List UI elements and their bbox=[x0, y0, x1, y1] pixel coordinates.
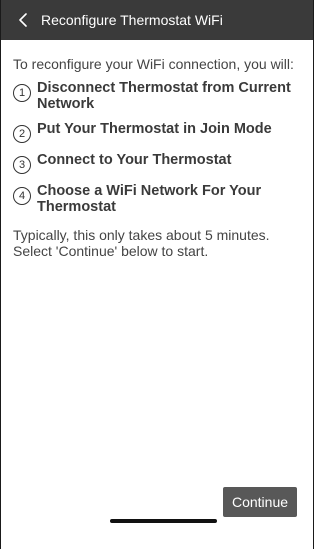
step-number-badge: 3 bbox=[13, 156, 31, 174]
top-bar: Reconfigure Thermostat WiFi bbox=[1, 0, 313, 40]
step-number-badge: 2 bbox=[13, 125, 31, 143]
step-text: Disconnect Thermostat from Current Netwo… bbox=[37, 80, 291, 112]
step-text: Connect to Your Thermostat bbox=[37, 152, 232, 168]
step-item: 2 Put Your Thermostat in Join Mode bbox=[13, 121, 301, 143]
step-text: Put Your Thermostat in Join Mode bbox=[37, 121, 272, 137]
page-title: Reconfigure Thermostat WiFi bbox=[41, 12, 223, 28]
step-item: 1 Disconnect Thermostat from Current Net… bbox=[13, 80, 301, 112]
step-item: 3 Connect to Your Thermostat bbox=[13, 152, 301, 174]
step-item: 4 Choose a WiFi Network For Your Thermos… bbox=[13, 183, 301, 215]
main-content: To reconfigure your WiFi connection, you… bbox=[1, 40, 313, 259]
back-button[interactable] bbox=[13, 8, 33, 32]
outro-text: Typically, this only takes about 5 minut… bbox=[13, 227, 270, 259]
continue-button[interactable]: Continue bbox=[223, 487, 297, 517]
chevron-left-icon bbox=[19, 13, 27, 27]
intro-text: To reconfigure your WiFi connection, you… bbox=[13, 56, 294, 72]
screen: Reconfigure Thermostat WiFi To reconfigu… bbox=[0, 0, 314, 549]
steps-list: 1 Disconnect Thermostat from Current Net… bbox=[13, 80, 301, 215]
home-indicator[interactable] bbox=[110, 519, 217, 523]
step-number-badge: 1 bbox=[13, 84, 31, 102]
step-text: Choose a WiFi Network For Your Thermosta… bbox=[37, 183, 262, 215]
step-number-badge: 4 bbox=[13, 187, 31, 205]
